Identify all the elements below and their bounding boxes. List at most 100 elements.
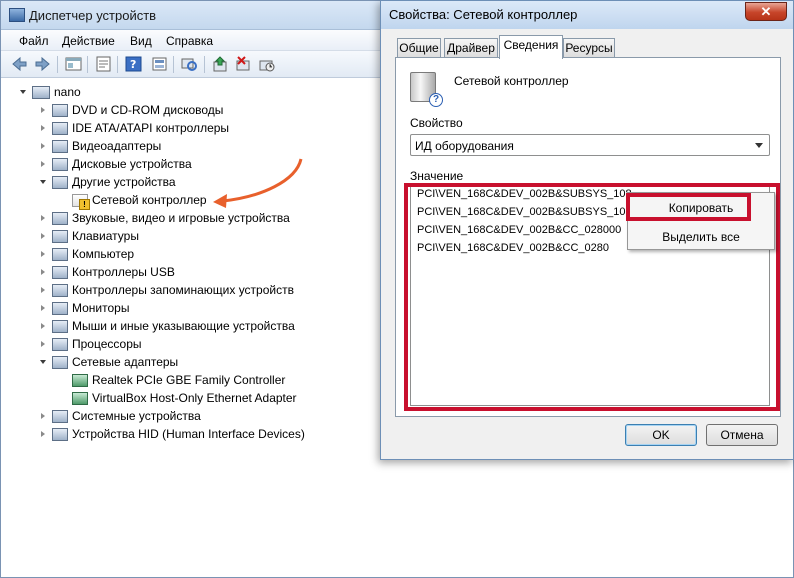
tree-item[interactable]: Сетевой контроллер (59, 191, 207, 210)
expand-icon[interactable] (39, 322, 48, 331)
expand-icon[interactable] (39, 142, 48, 151)
tree-item-label: Процессоры (72, 337, 142, 351)
dialog-titlebar[interactable]: Свойства: Сетевой контроллер ✕ (381, 1, 793, 29)
tree-item[interactable]: Звуковые, видео и игровые устройства (39, 209, 290, 227)
computer-icon (52, 247, 68, 261)
system-devices-icon (52, 409, 68, 423)
tree-item[interactable]: Системные устройства (39, 407, 201, 425)
tree-item[interactable]: Устройства HID (Human Interface Devices) (39, 425, 305, 443)
collapse-icon[interactable] (39, 178, 48, 187)
usb-icon (52, 265, 68, 279)
menu-action[interactable]: Действие (62, 34, 115, 48)
tab-general[interactable]: Общие (397, 38, 441, 58)
property-label: Свойство (410, 116, 463, 130)
tree-item[interactable]: Мыши и иные указывающие устройства (39, 317, 295, 335)
tree-item-label: Сетевой контроллер (92, 193, 207, 207)
expand-icon[interactable] (39, 304, 48, 313)
tree-item[interactable]: Видеоадаптеры (39, 137, 161, 155)
property-select[interactable]: ИД оборудования (410, 134, 770, 156)
help-icon[interactable]: ? (125, 56, 142, 72)
show-hide-icon[interactable] (65, 56, 82, 72)
tree-item[interactable]: VirtualBox Host-Only Ethernet Adapter (59, 389, 297, 407)
menu-view[interactable]: Вид (130, 34, 152, 48)
tree-root[interactable]: nano (19, 83, 81, 101)
processor-icon (52, 337, 68, 351)
tree-item-label: Контроллеры запоминающих устройств (72, 283, 294, 297)
tab-driver[interactable]: Драйвер (444, 38, 498, 58)
expand-icon[interactable] (39, 268, 48, 277)
ok-button[interactable]: OK (625, 424, 697, 446)
device-name: Сетевой контроллер (454, 74, 569, 88)
properties-icon[interactable] (95, 56, 112, 72)
other-devices-icon (52, 175, 68, 189)
scan-hardware-icon[interactable] (181, 56, 198, 72)
back-icon[interactable] (11, 56, 28, 72)
device-manager-app-icon (9, 8, 25, 22)
tree-item[interactable]: Мониторы (39, 299, 129, 317)
tree-item[interactable]: Дисковые устройства (39, 155, 192, 173)
tree-item[interactable]: Контроллеры USB (39, 263, 175, 281)
tree-item[interactable]: DVD и CD-ROM дисководы (39, 101, 223, 119)
tree-item-label: Realtek PCIe GBE Family Controller (92, 373, 286, 387)
tree-item-label: Контроллеры USB (72, 265, 175, 279)
toolbar-separator (173, 56, 174, 73)
tree-item[interactable]: Процессоры (39, 335, 142, 353)
expand-icon[interactable] (39, 412, 48, 421)
annotation-arrow (213, 158, 303, 208)
update-driver-icon[interactable] (212, 56, 229, 72)
tree-item[interactable]: Realtek PCIe GBE Family Controller (59, 371, 285, 389)
menu-file[interactable]: Файл (19, 34, 49, 48)
tree-item[interactable]: Клавиатуры (39, 227, 139, 245)
storage-controller-icon (52, 283, 68, 297)
network-card-icon (72, 373, 88, 387)
disable-icon[interactable] (235, 56, 252, 72)
expand-icon[interactable] (39, 250, 48, 259)
expand-icon[interactable] (39, 286, 48, 295)
tab-resources[interactable]: Ресурсы (563, 38, 615, 58)
tab-details[interactable]: Сведения (499, 35, 563, 59)
tree-item-label: Видеоадаптеры (72, 139, 162, 153)
tree-item-label: VirtualBox Host-Only Ethernet Adapter (92, 391, 297, 405)
expand-icon[interactable] (39, 232, 48, 241)
tree-item[interactable]: Компьютер (39, 245, 134, 263)
hid-icon (52, 427, 68, 441)
expand-icon[interactable] (39, 124, 48, 133)
computer-icon (32, 85, 50, 99)
tree-item[interactable]: IDE ATA/ATAPI контроллеры (39, 119, 229, 137)
highlight-frame-copy (626, 193, 751, 221)
toolbar-separator (57, 56, 58, 73)
toolbar-separator (87, 56, 88, 73)
expand-icon[interactable] (39, 160, 48, 169)
expand-icon[interactable] (39, 430, 48, 439)
video-adapter-icon (52, 139, 68, 153)
tree-item[interactable]: Контроллеры запоминающих устройств (39, 281, 294, 299)
tree-item-label: Дисковые устройства (72, 157, 192, 171)
value-label: Значение (410, 169, 464, 183)
dvd-icon (52, 103, 68, 117)
toolbar-separator (204, 56, 205, 73)
tree-item-label: IDE ATA/ATAPI контроллеры (72, 121, 230, 135)
tree-item[interactable]: Другие устройства (39, 173, 176, 191)
uninstall-icon[interactable] (258, 56, 275, 72)
property-select-value: ИД оборудования (415, 139, 514, 153)
tree-root-label: nano (54, 85, 81, 99)
collapse-icon[interactable] (19, 88, 28, 97)
menu-help[interactable]: Справка (166, 34, 213, 48)
collapse-icon[interactable] (39, 358, 48, 367)
network-controller-icon: ? (410, 72, 443, 107)
menu-item-select-all[interactable]: Выделить все (628, 230, 774, 244)
network-adapter-icon (52, 355, 68, 369)
expand-icon[interactable] (39, 340, 48, 349)
network-card-icon (72, 391, 88, 405)
cancel-button[interactable]: Отмена (706, 424, 778, 446)
monitor-icon (52, 301, 68, 315)
chevron-down-icon (755, 143, 763, 148)
tree-item-label: Устройства HID (Human Interface Devices) (72, 427, 305, 441)
forward-icon[interactable] (34, 56, 51, 72)
expand-icon[interactable] (39, 214, 48, 223)
close-button[interactable]: ✕ (745, 2, 787, 21)
expand-icon[interactable] (39, 106, 48, 115)
disk-icon (52, 157, 68, 171)
tree-item[interactable]: Сетевые адаптеры (39, 353, 178, 371)
view-icon[interactable] (151, 56, 168, 72)
